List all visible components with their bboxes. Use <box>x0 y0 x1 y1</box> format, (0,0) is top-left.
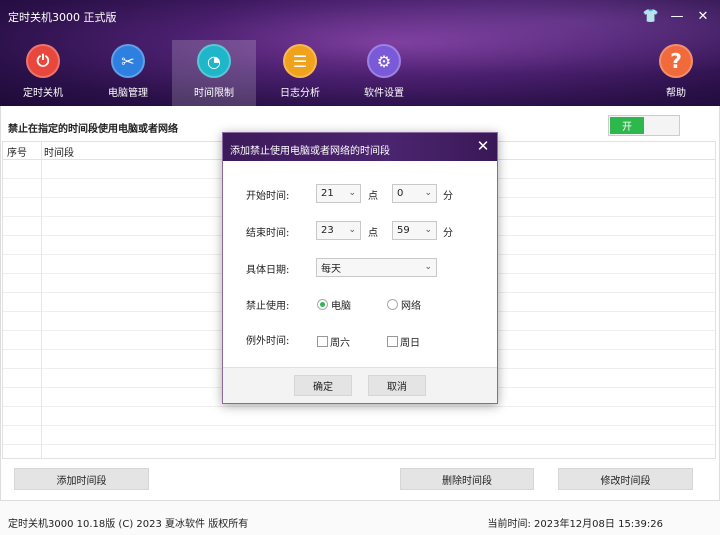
chevron-down-icon: ⌄ <box>424 188 432 198</box>
nav-label: 软件设置 <box>364 88 404 99</box>
power-icon: ⏻ <box>26 44 60 78</box>
nav-item-shutdown[interactable]: ⏻ 定时关机 <box>1 40 85 106</box>
radio-unselected-icon <box>387 299 398 310</box>
checkbox-icon <box>387 336 398 347</box>
dialog-title: 添加禁止使用电脑或者网络的时间段 <box>230 146 390 157</box>
skin-icon[interactable]: 👕 <box>640 6 662 26</box>
end-minute-value: 59 <box>397 225 410 236</box>
start-hour-select[interactable]: 21 ⌄ <box>316 184 361 203</box>
modify-period-button[interactable]: 修改时间段 <box>558 468 693 490</box>
window-controls: 👕 — ✕ <box>640 6 714 26</box>
except-sunday-label: 周日 <box>400 338 420 349</box>
start-minute-value: 0 <box>397 188 404 199</box>
chevron-down-icon: ⌄ <box>348 188 356 198</box>
end-time-label: 结束时间: <box>246 228 290 239</box>
column-divider <box>41 142 42 458</box>
dialog-footer: 确定 取消 <box>223 367 497 403</box>
nav-label: 电脑管理 <box>108 88 148 99</box>
nav-label: 定时关机 <box>23 88 63 99</box>
app-title: 定时关机3000 正式版 <box>8 11 117 24</box>
settings-icon: ⚙ <box>367 44 401 78</box>
col-period-header: 时间段 <box>44 148 74 159</box>
forbid-network-radio[interactable]: 网络 <box>387 297 421 312</box>
minimize-icon[interactable]: — <box>666 6 688 26</box>
nav-item-settings[interactable]: ⚙ 软件设置 <box>342 40 426 106</box>
minute-unit: 分 <box>443 228 453 239</box>
chevron-down-icon: ⌄ <box>424 262 432 272</box>
col-index-header: 序号 <box>7 148 27 159</box>
date-label: 具体日期: <box>246 265 290 276</box>
nav-item-time-limit[interactable]: ◔ 时间限制 <box>172 40 256 106</box>
ok-button[interactable]: 确定 <box>294 375 352 396</box>
cancel-button[interactable]: 取消 <box>368 375 426 396</box>
except-saturday-checkbox[interactable]: 周六 <box>317 334 350 349</box>
timer-icon: ◔ <box>197 44 231 78</box>
delete-period-button[interactable]: 删除时间段 <box>400 468 534 490</box>
nav-label: 日志分析 <box>280 88 320 99</box>
forbid-computer-label: 电脑 <box>331 301 351 312</box>
chevron-down-icon: ⌄ <box>348 225 356 235</box>
nav-item-help[interactable]: ? 帮助 <box>634 40 718 106</box>
nav-item-log-analysis[interactable]: ☰ 日志分析 <box>258 40 342 106</box>
nav-label: 时间限制 <box>194 88 234 99</box>
add-period-dialog: 添加禁止使用电脑或者网络的时间段 ✕ 开始时间: 21 ⌄ 点 0 ⌄ 分 结束… <box>222 132 498 404</box>
close-icon[interactable]: ✕ <box>692 6 714 26</box>
current-time: 当前时间: 2023年12月08日 15:39:26 <box>487 519 663 530</box>
end-hour-select[interactable]: 23 ⌄ <box>316 221 361 240</box>
toggle-on-label: 开 <box>610 117 644 134</box>
add-period-button[interactable]: 添加时间段 <box>14 468 149 490</box>
status-bar: 定时关机3000 10.18版 (C) 2023 夏冰软件 版权所有 当前时间:… <box>0 500 720 535</box>
forbid-network-label: 网络 <box>401 301 421 312</box>
dialog-body: 开始时间: 21 ⌄ 点 0 ⌄ 分 结束时间: 23 ⌄ 点 59 ⌄ 分 具… <box>224 161 496 367</box>
section-title: 禁止在指定的时间段使用电脑或者网络 <box>8 124 178 135</box>
enable-toggle[interactable]: 开 <box>608 115 680 136</box>
nav-item-pc-management[interactable]: ✂ 电脑管理 <box>86 40 170 106</box>
except-sunday-checkbox[interactable]: 周日 <box>387 334 420 349</box>
forbid-label: 禁止使用: <box>246 301 290 312</box>
log-icon: ☰ <box>283 44 317 78</box>
copyright-text: 定时关机3000 10.18版 (C) 2023 夏冰软件 版权所有 <box>8 519 249 530</box>
end-hour-value: 23 <box>321 225 334 236</box>
header-bar: 定时关机3000 正式版 👕 — ✕ ⏻ 定时关机 ✂ 电脑管理 ◔ 时间限制 … <box>0 0 720 106</box>
start-minute-select[interactable]: 0 ⌄ <box>392 184 437 203</box>
except-saturday-label: 周六 <box>330 338 350 349</box>
hour-unit: 点 <box>368 191 378 202</box>
date-select[interactable]: 每天 ⌄ <box>316 258 437 277</box>
forbid-computer-radio[interactable]: 电脑 <box>317 297 351 312</box>
radio-selected-icon <box>317 299 328 310</box>
hour-unit: 点 <box>368 228 378 239</box>
end-minute-select[interactable]: 59 ⌄ <box>392 221 437 240</box>
tools-icon: ✂ <box>111 44 145 78</box>
dialog-title-bar: 添加禁止使用电脑或者网络的时间段 ✕ <box>223 133 497 161</box>
start-hour-value: 21 <box>321 188 334 199</box>
chevron-down-icon: ⌄ <box>424 225 432 235</box>
help-icon: ? <box>659 44 693 78</box>
minute-unit: 分 <box>443 191 453 202</box>
dialog-close-icon[interactable]: ✕ <box>475 138 491 154</box>
except-label: 例外时间: <box>246 336 290 347</box>
nav-label: 帮助 <box>666 88 686 99</box>
start-time-label: 开始时间: <box>246 191 290 202</box>
main-nav: ⏻ 定时关机 ✂ 电脑管理 ◔ 时间限制 ☰ 日志分析 ⚙ 软件设置 ? 帮助 <box>0 40 720 106</box>
date-value: 每天 <box>321 264 341 275</box>
checkbox-icon <box>317 336 328 347</box>
